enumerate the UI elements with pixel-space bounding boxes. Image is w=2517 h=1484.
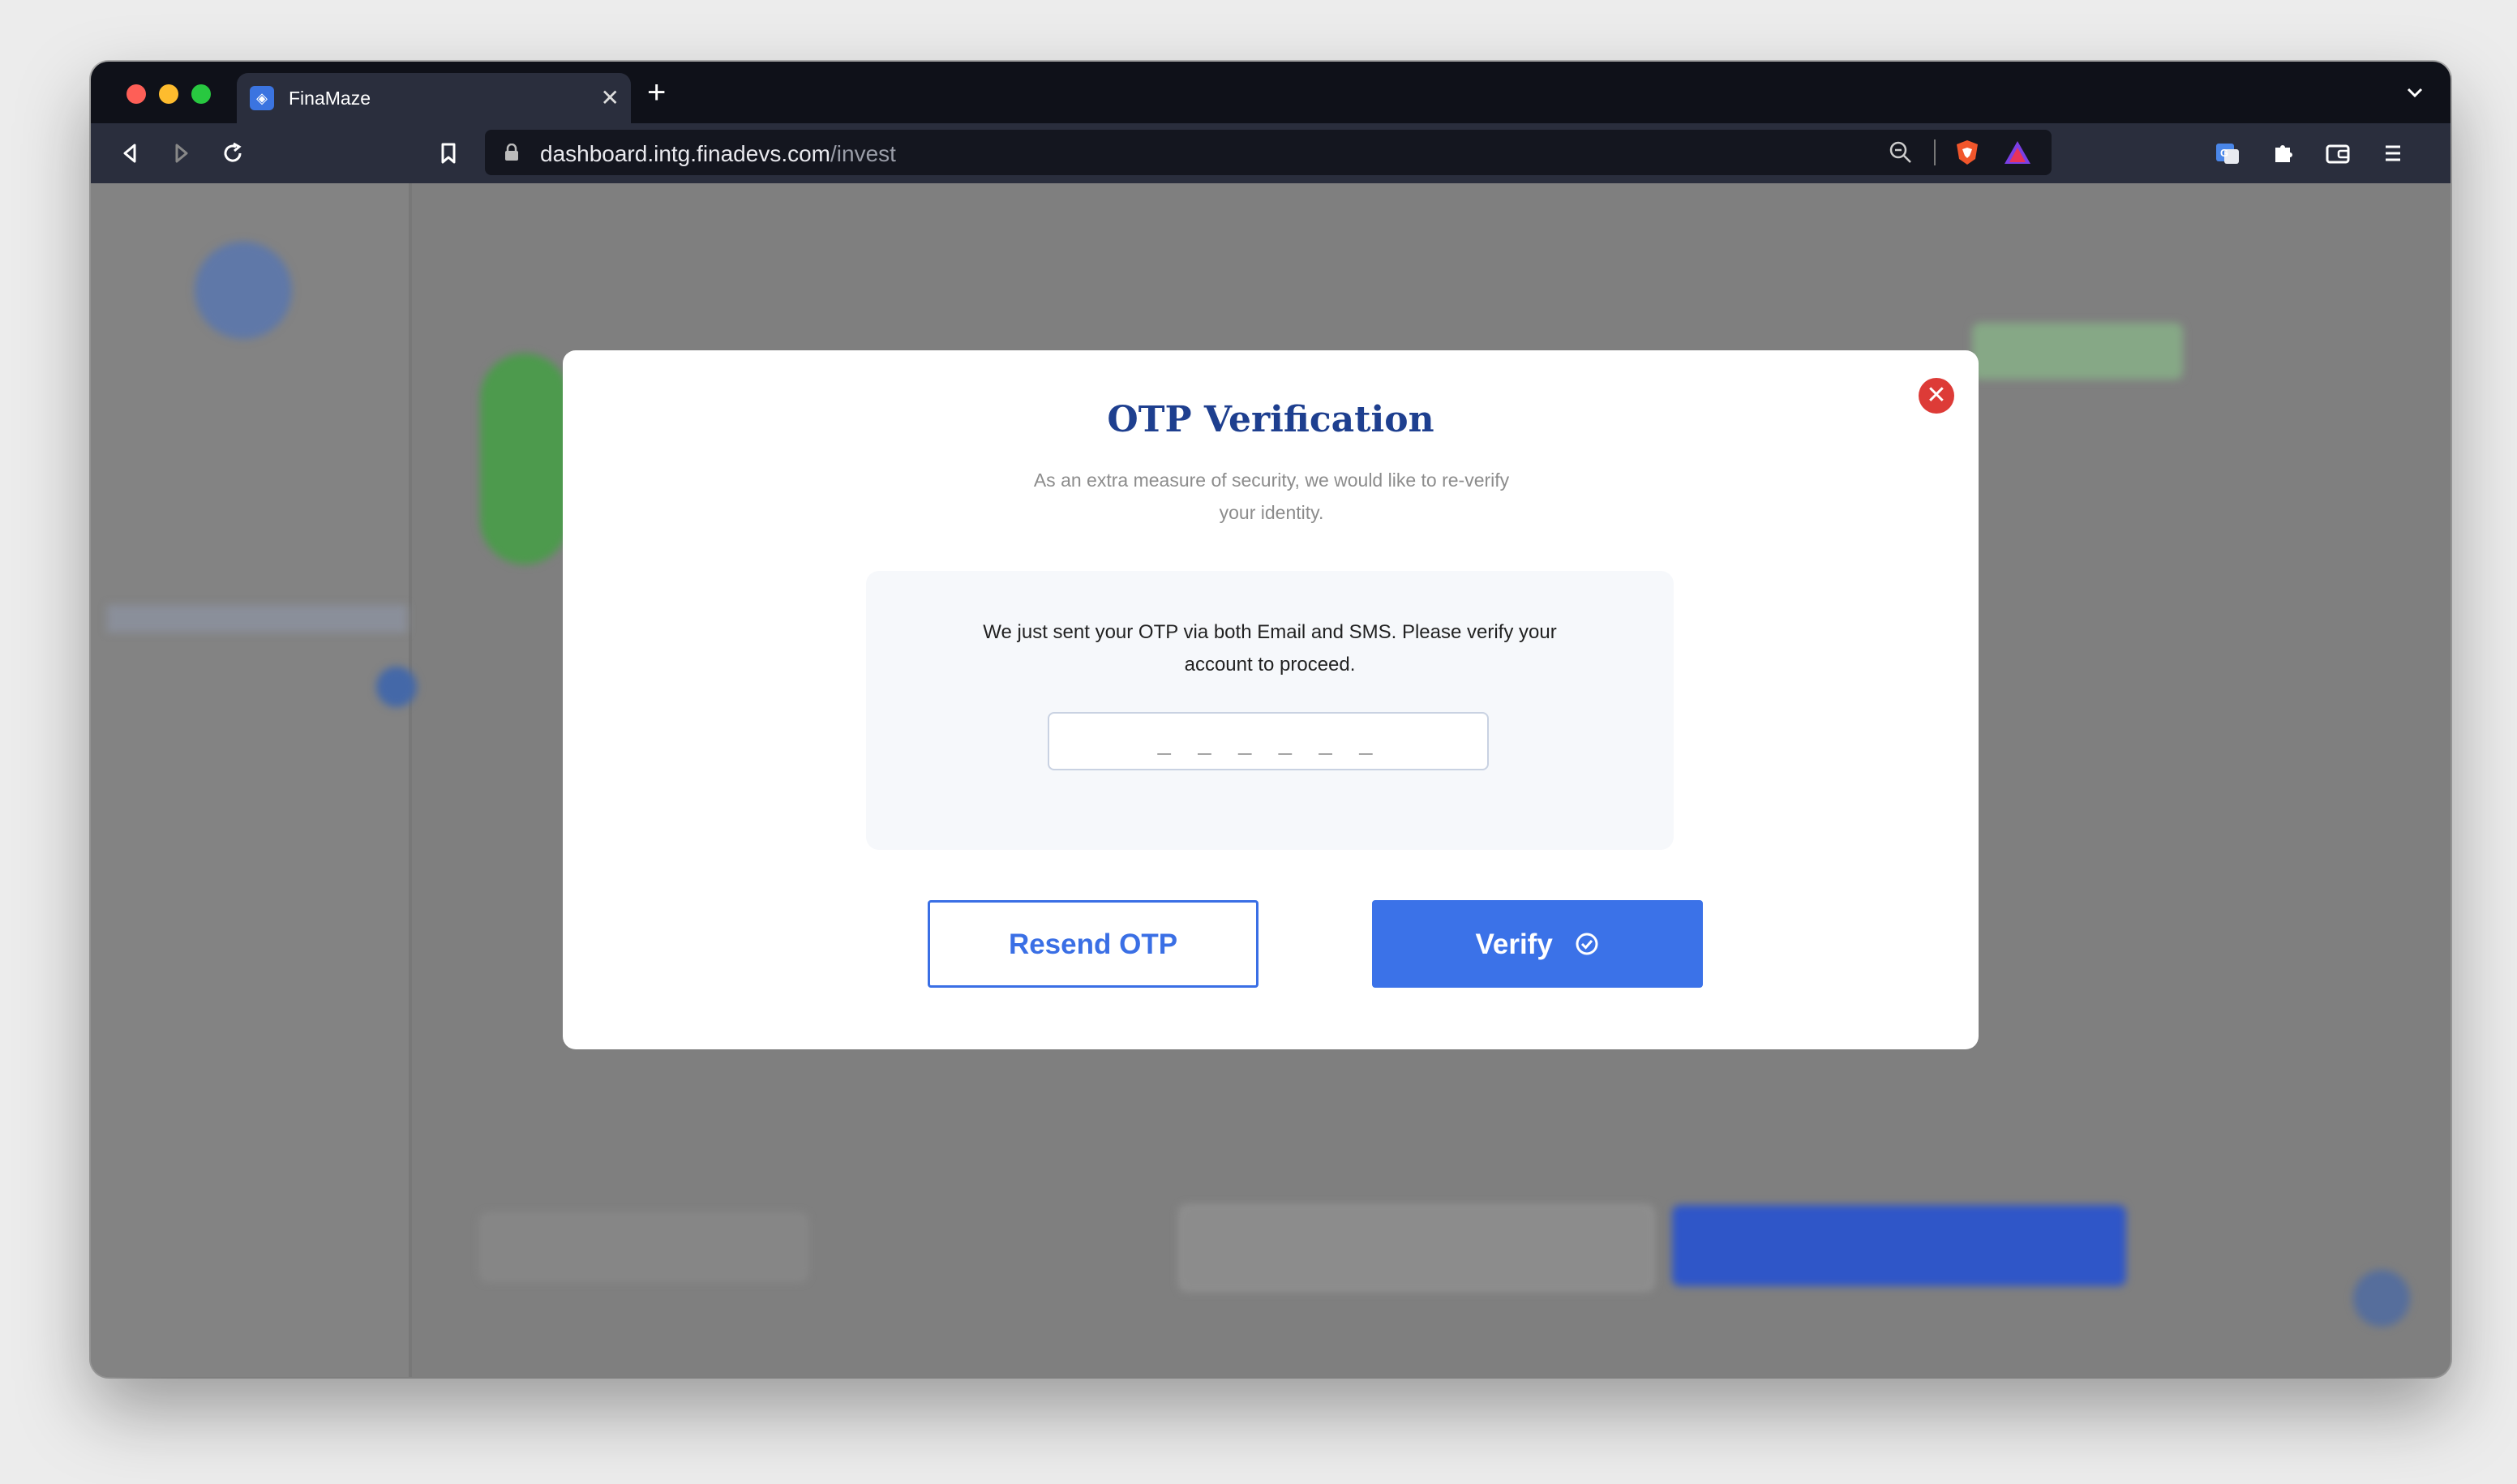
tab-title: FinaMaze bbox=[289, 88, 371, 109]
tab-close-icon[interactable]: ✕ bbox=[601, 84, 620, 112]
menu-hamburger-icon[interactable] bbox=[2379, 139, 2407, 167]
browser-toolbar: dashboard.intg.finadevs.com/invest G bbox=[91, 123, 2451, 183]
otp-card: We just sent your OTP via both Email and… bbox=[866, 571, 1674, 850]
blurred-sidebar bbox=[91, 183, 412, 1377]
browser-window: ◈ FinaMaze ✕ + dashboard.intg.finadevs.c… bbox=[91, 62, 2451, 1377]
finamaze-favicon-icon: ◈ bbox=[250, 86, 274, 110]
brave-rewards-icon[interactable] bbox=[2003, 139, 2032, 165]
back-icon[interactable] bbox=[117, 139, 144, 167]
forward-icon[interactable] bbox=[167, 139, 195, 167]
zoom-out-icon[interactable] bbox=[1888, 139, 1914, 165]
blurred-green-button bbox=[1972, 323, 2183, 380]
blurred-green-shape bbox=[480, 354, 569, 564]
extensions-puzzle-icon[interactable] bbox=[2269, 139, 2296, 167]
blurred-badge bbox=[376, 667, 417, 707]
modal-title: OTP Verification bbox=[1107, 399, 1434, 440]
translate-icon[interactable]: G bbox=[2214, 139, 2241, 167]
verify-button[interactable]: Verify bbox=[1372, 900, 1703, 988]
url-text: dashboard.intg.finadevs.com/invest bbox=[540, 141, 896, 167]
new-tab-button[interactable]: + bbox=[647, 76, 666, 109]
otp-verification-modal: ✕ OTP Verification As an extra measure o… bbox=[563, 350, 1979, 1049]
resend-otp-label: Resend OTP bbox=[1008, 929, 1178, 960]
url-host: dashboard.intg.finadevs.com bbox=[540, 141, 830, 166]
wallet-icon[interactable] bbox=[2324, 139, 2352, 167]
address-bar[interactable]: dashboard.intg.finadevs.com/invest bbox=[485, 130, 2052, 175]
maximize-window-button[interactable] bbox=[191, 84, 211, 104]
reload-icon[interactable] bbox=[219, 139, 247, 167]
tab-bar: ◈ FinaMaze ✕ + bbox=[91, 62, 2451, 123]
lock-icon bbox=[505, 144, 518, 161]
brave-shield-icon[interactable] bbox=[1953, 138, 1982, 167]
minimize-window-button[interactable] bbox=[159, 84, 178, 104]
tab-list-chevron-down-icon[interactable] bbox=[2403, 81, 2426, 104]
resend-otp-button[interactable]: Resend OTP bbox=[928, 900, 1258, 988]
check-circle-icon bbox=[1576, 933, 1598, 955]
blurred-nav-active bbox=[107, 605, 407, 633]
blurred-chat-button bbox=[2353, 1270, 2410, 1327]
url-path: /invest bbox=[830, 141, 896, 166]
browser-tab[interactable]: ◈ FinaMaze ✕ bbox=[237, 73, 631, 123]
svg-text:G: G bbox=[2220, 147, 2228, 159]
otp-input[interactable] bbox=[1048, 712, 1489, 770]
modal-subtitle: As an extra measure of security, we woul… bbox=[1033, 470, 1510, 523]
blurred-primary-button bbox=[1672, 1205, 2126, 1286]
blurred-footer-button bbox=[480, 1213, 808, 1281]
otp-info-text: We just sent your OTP via both Email and… bbox=[983, 621, 1557, 676]
bookmark-icon[interactable] bbox=[435, 139, 462, 167]
close-window-button[interactable] bbox=[126, 84, 146, 104]
blurred-secondary-button bbox=[1179, 1205, 1654, 1291]
blurred-logo bbox=[195, 242, 292, 339]
verify-label: Verify bbox=[1475, 929, 1553, 960]
url-separator bbox=[1934, 139, 1936, 165]
